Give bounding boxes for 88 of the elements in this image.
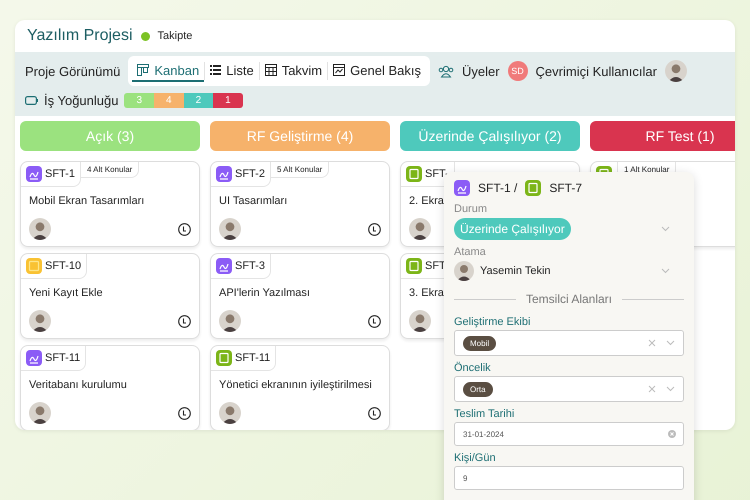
task-card[interactable]: SFT-3 API'lerin Yazılması [210, 253, 390, 339]
squiggle-icon [216, 166, 232, 182]
issue-id: SFT-3 [235, 260, 265, 272]
tag-chip: Mobil [463, 336, 496, 350]
issue-id: SFT [425, 260, 446, 272]
column-header: RF Geliştirme (4) [210, 121, 390, 151]
column-header: Üzerinde Çalışılıyor (2) [400, 121, 580, 151]
workload-segment: 3 [124, 92, 154, 108]
card-title: UI Tasarımları [219, 195, 288, 207]
avatar [409, 310, 431, 332]
view-tab[interactable]: Genel Bakış [328, 60, 426, 82]
issue-id: SFT-7 [549, 181, 582, 195]
field-label: Durum [454, 203, 488, 215]
avatar [409, 218, 431, 240]
status-label: Takipte [158, 30, 192, 42]
text-field[interactable]: 9 [454, 466, 684, 490]
section-title: Temsilci Alanları [526, 292, 612, 306]
squiggle-icon [26, 350, 42, 366]
issue-id: SFT-11 [45, 352, 80, 364]
issue-id: SFT-10 [45, 260, 82, 272]
avatar [219, 402, 241, 424]
note-icon [26, 258, 42, 274]
battery-icon [25, 96, 38, 104]
task-card[interactable]: SFT-11 Veritabanı kurulumu [20, 345, 200, 430]
squiggle-icon [216, 258, 232, 274]
issue-id: SFT-2 [235, 168, 265, 180]
card-title: API'lerin Yazılması [219, 287, 310, 299]
clock-icon[interactable] [368, 314, 381, 328]
field-label: Geliştirme Ekibi [454, 316, 532, 328]
column-header: Açık (3) [20, 121, 200, 151]
avatar [664, 60, 687, 82]
tag-chip: Orta [463, 382, 493, 396]
card-title: 3. Ekra [409, 287, 444, 299]
view-label: Proje Görünümü [25, 64, 120, 78]
workload-segment: 1 [213, 92, 243, 108]
avatar [454, 261, 474, 281]
clock-icon[interactable] [178, 222, 191, 236]
card-title: 2. Ekra [409, 195, 444, 207]
clock-icon[interactable] [178, 406, 191, 420]
avatar [219, 310, 241, 332]
clock-icon[interactable] [368, 222, 381, 236]
task-card[interactable]: SFT-10 Yeni Kayıt Ekle [20, 253, 200, 339]
workload-segment: 4 [154, 92, 184, 108]
calendar-icon [264, 64, 277, 76]
users-icon[interactable] [438, 64, 454, 78]
view-tab[interactable]: Kanban [132, 60, 204, 82]
square-icon [406, 166, 422, 182]
assignee-name: Yasemin Tekin [480, 265, 551, 277]
view-tab[interactable]: Takvim [260, 60, 328, 82]
field-label: Öncelik [454, 362, 492, 374]
parent-issue-id[interactable]: SFT-1 / [478, 181, 518, 195]
task-card[interactable]: SFT-1 4 Alt Konular Mobil Ekran Tasarımları [20, 161, 200, 247]
list-icon [210, 65, 222, 75]
square-icon [216, 350, 232, 366]
clock-icon[interactable] [368, 406, 381, 420]
view-tab[interactable]: Liste [205, 60, 259, 82]
avatar [29, 310, 51, 332]
card-title: Yeni Kayıt Ekle [29, 287, 103, 299]
online-users-label: Çevrimiçi Kullanıcılar [536, 64, 657, 78]
column-header: RF Test (1) [590, 121, 735, 151]
chart-icon [333, 64, 346, 76]
card-title: Veritabanı kurulumu [29, 379, 127, 391]
subtask-badge: 4 Alt Konular [80, 162, 140, 178]
workload-segment: 2 [184, 92, 214, 108]
avatar [29, 402, 51, 424]
issue-id: SFT- [425, 168, 449, 180]
kanban-icon [137, 64, 150, 76]
field-label: Atama [454, 246, 487, 258]
issue-id: SFT-11 [235, 352, 270, 364]
task-card[interactable]: SFT-11 Yönetici ekranının iyileştirilmesi [210, 345, 390, 430]
avatar [219, 218, 241, 240]
field-label: Kişi/Gün [454, 452, 497, 464]
workload-label: İş Yoğunluğu [44, 92, 118, 108]
square-icon [525, 180, 542, 196]
squiggle-icon [26, 166, 42, 182]
date-field[interactable]: 31-01-2024 [454, 422, 684, 446]
project-title: Yazılım Projesi [27, 27, 133, 45]
field-label: Teslim Tarihi [454, 408, 516, 420]
subtask-badge: 5 Alt Konular [270, 162, 330, 178]
squiggle-icon [454, 180, 470, 196]
members-link[interactable]: Üyeler [462, 64, 500, 78]
task-card[interactable]: SFT-2 5 Alt Konular UI Tasarımları [210, 161, 390, 247]
square-icon [406, 258, 422, 274]
card-title: Yönetici ekranının iyileştirilmesi [219, 379, 372, 391]
clock-icon[interactable] [178, 314, 191, 328]
avatar [29, 218, 51, 240]
issue-id: SFT-1 [45, 168, 75, 180]
card-title: Mobil Ekran Tasarımları [29, 195, 144, 207]
